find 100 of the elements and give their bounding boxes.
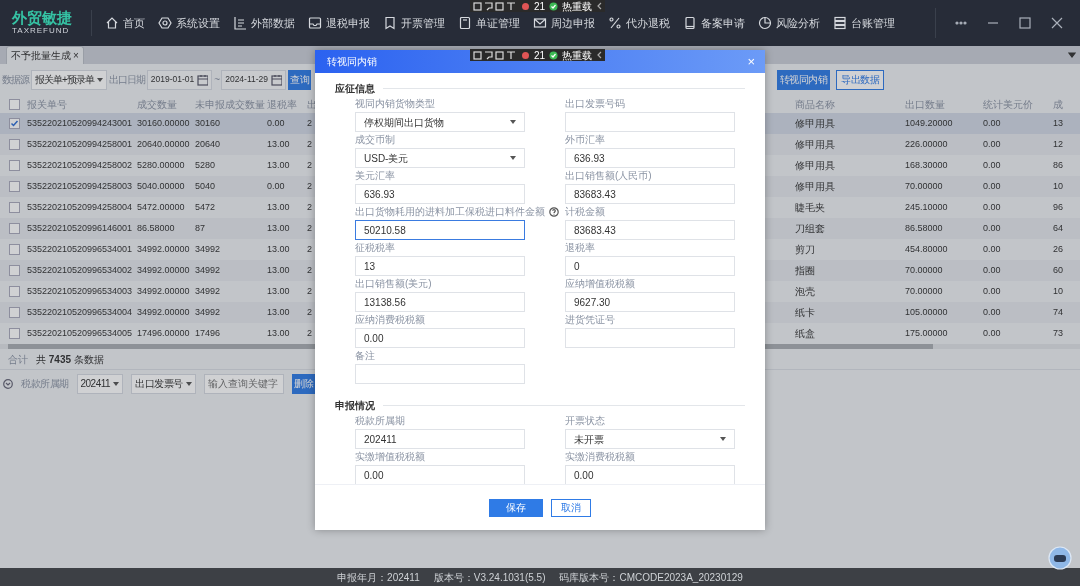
table-cell-text: 535220210520994258004 <box>27 200 134 214</box>
delete-button[interactable]: 删除 <box>291 373 316 394</box>
input-field[interactable]: 83683.43 <box>565 184 735 204</box>
table-cell-text: 226.00000 <box>905 137 949 151</box>
table-cell-text: 70.00000 <box>905 179 944 193</box>
check-circle-icon <box>549 50 559 60</box>
table-cell-text: 0.00 <box>983 158 1002 172</box>
hot-reload-label: 热重载 <box>562 48 593 63</box>
nav-item[interactable]: 风险分析 <box>776 14 820 32</box>
table-cell-text: 10 <box>1053 179 1064 193</box>
input-field[interactable]: 636.93 <box>355 184 525 204</box>
nav-item[interactable]: 退税申报 <box>326 14 370 32</box>
cancel-button[interactable]: 取消 <box>551 498 591 517</box>
input-field[interactable]: 0.00 <box>355 465 525 484</box>
table-cell-text: 0.00 <box>983 242 1002 256</box>
save-button[interactable]: 保存 <box>489 498 543 517</box>
table-cell-text: 5280.00000 <box>137 158 186 172</box>
caret-icon <box>185 381 192 386</box>
tab[interactable]: 不予批量生成 <box>11 50 71 61</box>
checkbox[interactable] <box>9 328 20 339</box>
calendar-icon <box>197 73 209 86</box>
checkbox[interactable] <box>9 307 20 318</box>
table-cell-text: 64 <box>1053 221 1064 235</box>
table-cell-text: 0.00 <box>983 284 1002 298</box>
hexagon-icon <box>158 16 172 30</box>
input-field[interactable]: 50210.58 <box>355 220 525 240</box>
input-field[interactable]: 0.00 <box>355 328 525 348</box>
input-field[interactable]: 13138.56 <box>355 292 525 312</box>
nav-item[interactable]: 开票管理 <box>401 14 445 32</box>
checkbox[interactable] <box>9 244 20 255</box>
table-cell-text: 70.00000 <box>905 263 944 277</box>
input-field[interactable]: 9627.30 <box>565 292 735 312</box>
bookmark-icon <box>383 16 397 30</box>
table-cell-text: 30160.00000 <box>137 116 191 130</box>
input-field[interactable] <box>355 364 525 384</box>
query-button[interactable]: 查询 <box>288 69 312 90</box>
checkbox[interactable] <box>9 223 20 234</box>
field-label: 开票状态 <box>565 414 605 428</box>
caret-icon <box>96 77 103 82</box>
table-cell-text: 13.00 <box>267 200 291 214</box>
input-field[interactable]: 83683.43 <box>565 220 735 240</box>
field-label: 出口销售额(美元) <box>355 277 432 291</box>
table-cell-text: 73 <box>1053 326 1064 340</box>
calendar-icon <box>271 73 283 86</box>
tab-close[interactable]: × <box>73 50 79 61</box>
nav-item[interactable]: 外部数据 <box>251 14 295 32</box>
field-label: 出口发票号码 <box>565 97 625 111</box>
field-label: 征税税率 <box>355 241 395 255</box>
table-cell-text: 34992.00000 <box>137 263 191 277</box>
tray-icon <box>308 16 322 30</box>
table-cell-text: 2 <box>307 200 313 214</box>
nav-item[interactable]: 首页 <box>123 14 145 32</box>
input-field[interactable]: 0 <box>565 256 735 276</box>
checkbox[interactable] <box>9 202 20 213</box>
envelope-icon <box>533 16 547 30</box>
toolbar-icons-drawing <box>473 1 517 11</box>
table-cell-text: 175.00000 <box>905 326 949 340</box>
list-icon <box>233 16 247 30</box>
status-text: 版本号：V3.24.1031(5.5) <box>433 570 546 585</box>
checkbox[interactable] <box>9 265 20 276</box>
table-cell-text: 34992 <box>195 242 222 256</box>
table-cell-text: 245.10000 <box>905 200 949 214</box>
table-cell-text: 修甲用具 <box>795 180 836 194</box>
field-label: 计税金额 <box>565 205 605 219</box>
checkbox[interactable] <box>9 160 20 171</box>
checkbox[interactable] <box>9 118 20 129</box>
table-cell-text: 535220210520994258001 <box>27 137 134 151</box>
input-field[interactable] <box>565 112 735 132</box>
status-text: 申报年月：202411 <box>337 570 420 585</box>
checkbox[interactable] <box>9 181 20 192</box>
table-cell-text: 0.00 <box>983 137 1002 151</box>
table-cell-text: 泡壳 <box>795 285 816 299</box>
checkbox[interactable] <box>9 139 20 150</box>
field-label: 出口货物耗用的进料加工保税进口料件金额 <box>355 205 545 219</box>
checkbox[interactable] <box>9 98 20 110</box>
input-field[interactable]: 636.93 <box>565 148 735 168</box>
export-button[interactable]: 导出数据 <box>836 69 884 90</box>
table-cell-text: 0.00 <box>267 179 286 193</box>
input-field[interactable]: 13 <box>355 256 525 276</box>
search-field[interactable]: 输入查询关键字 <box>203 373 284 394</box>
pie-chart-icon <box>758 16 772 30</box>
input-field[interactable] <box>565 328 735 348</box>
input-field[interactable]: 0.00 <box>565 465 735 484</box>
checkbox[interactable] <box>9 286 20 297</box>
table-cell-text: 13.00 <box>267 242 291 256</box>
nav-item[interactable]: 代办退税 <box>626 14 670 32</box>
input-field[interactable]: 202411 <box>355 429 525 449</box>
nav-item[interactable]: 备案申请 <box>701 14 745 32</box>
nav-item[interactable]: 单证管理 <box>476 14 520 32</box>
nav-item[interactable]: 系统设置 <box>176 14 220 32</box>
table-cell-text: 13 <box>1053 116 1064 130</box>
convert-button[interactable]: 转视同内销 <box>776 69 830 90</box>
nav-item[interactable]: 台账管理 <box>851 14 895 32</box>
nav-item[interactable]: 周边申报 <box>551 14 595 32</box>
field-label: 数据源 <box>2 73 29 87</box>
table-cell-text: 535220210520996534002 <box>27 263 134 277</box>
percent-icon <box>608 16 622 30</box>
table-cell-text: 535220210520996534003 <box>27 284 134 298</box>
table-cell-text: 13.00 <box>267 221 291 235</box>
table-cell-text: 96 <box>1053 200 1064 214</box>
